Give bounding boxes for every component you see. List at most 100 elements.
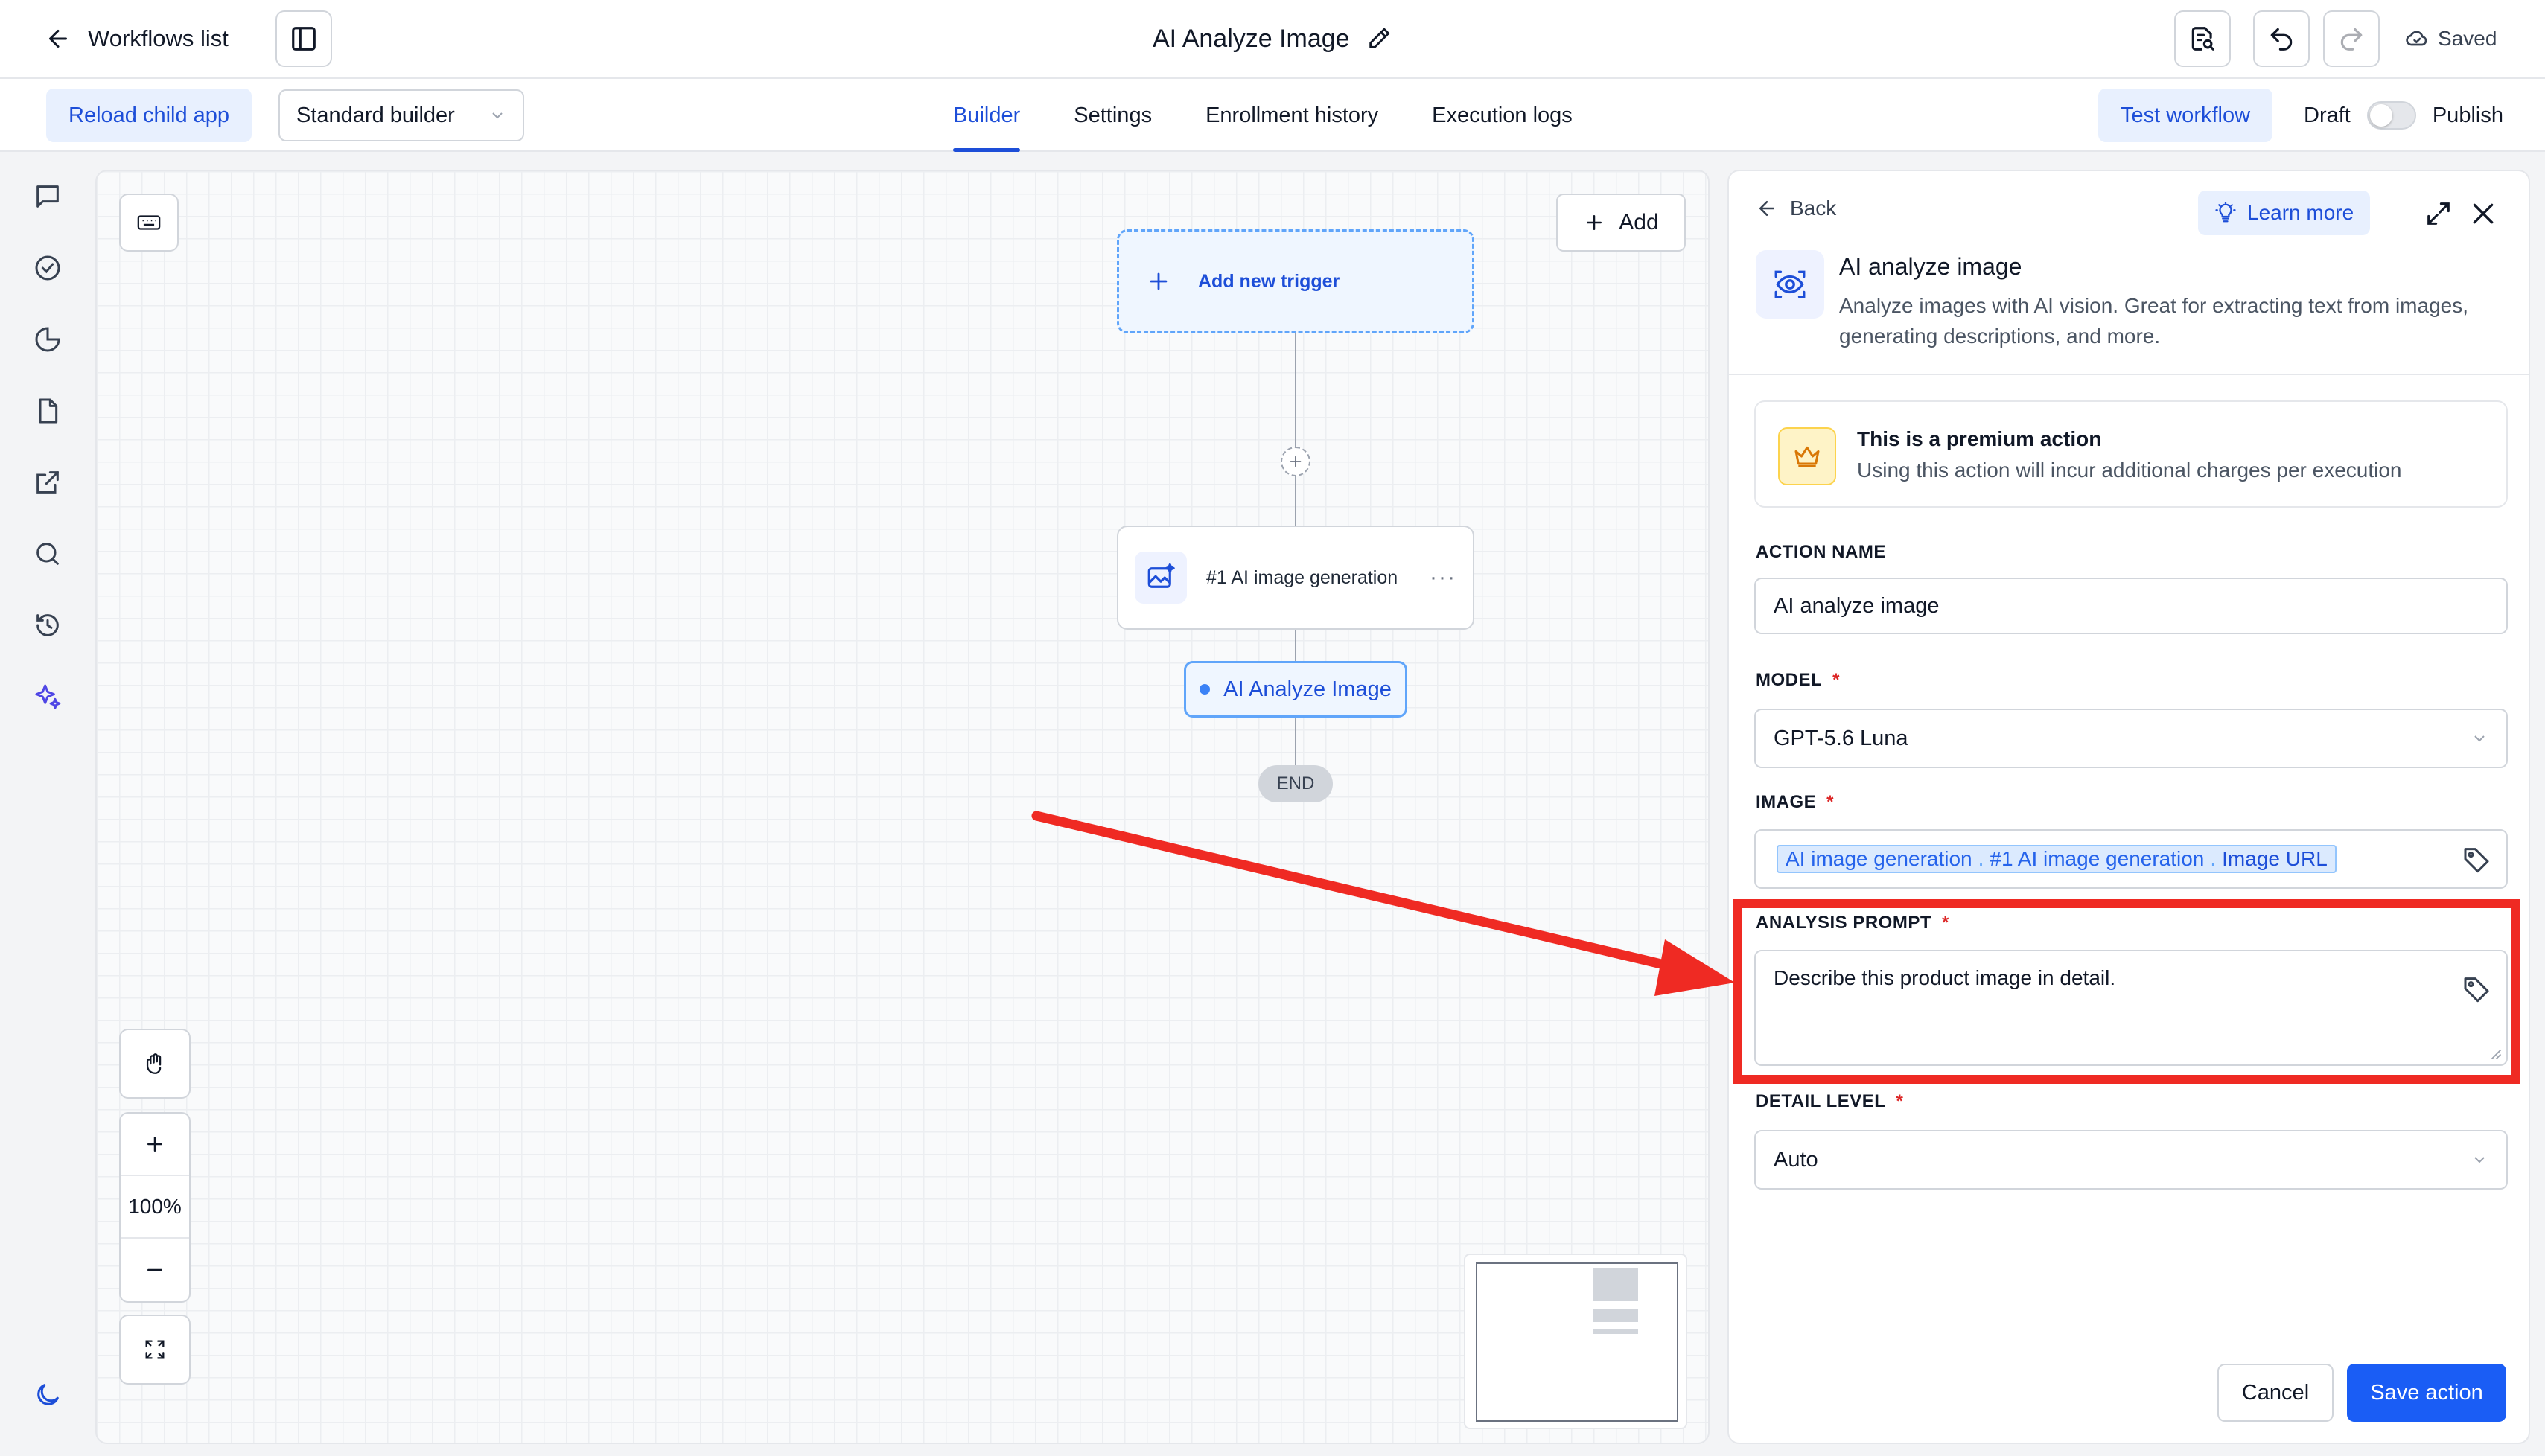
pie-chart-icon: [35, 327, 60, 352]
save-action-button[interactable]: Save action: [2347, 1364, 2506, 1422]
action-config-panel: Back Learn more AI analyze image Analyze…: [1727, 170, 2530, 1444]
publish-label: Publish: [2432, 103, 2503, 127]
plus-icon: [1290, 456, 1302, 467]
rail-tasks[interactable]: [25, 246, 70, 290]
action-icon-wrapper: [1756, 250, 1824, 319]
reload-child-app-button[interactable]: Reload child app: [46, 89, 252, 142]
model-select[interactable]: GPT-5.6 Luna: [1754, 709, 2508, 768]
rail-reports[interactable]: [25, 317, 70, 362]
required-marker: *: [1896, 1091, 1904, 1111]
check-circle-icon: [35, 255, 60, 281]
add-label: Add: [1619, 210, 1659, 234]
selected-action-node[interactable]: AI Analyze Image: [1184, 661, 1407, 718]
plus-icon: [1587, 215, 1602, 230]
image-sparkle-icon: [1147, 563, 1175, 588]
analysis-prompt-textarea[interactable]: Describe this product image in detail.: [1754, 950, 2508, 1066]
cloud-check-icon: [2406, 31, 2427, 46]
canvas-minimap[interactable]: [1464, 1254, 1687, 1429]
minimap-node: [1593, 1329, 1638, 1334]
image-input[interactable]: AI image generation . #1 AI image genera…: [1754, 829, 2508, 889]
tab-enrollment-history[interactable]: Enrollment history: [1205, 79, 1378, 152]
connector-line: [1295, 476, 1296, 526]
notes-button[interactable]: [2174, 10, 2231, 67]
tab-builder[interactable]: Builder: [953, 79, 1021, 152]
zoom-out-button[interactable]: [121, 1239, 189, 1301]
pan-mode-button[interactable]: [119, 1029, 191, 1099]
add-step-button[interactable]: Add: [1556, 194, 1686, 252]
publish-toggle[interactable]: [2366, 101, 2416, 130]
chevron-down-icon: [492, 112, 503, 119]
fullscreen-icon: [145, 1340, 165, 1359]
redo-button[interactable]: [2323, 10, 2380, 67]
add-trigger-card[interactable]: Add new trigger: [1117, 229, 1474, 333]
rail-ai[interactable]: [25, 674, 70, 719]
rail-external[interactable]: [25, 460, 70, 505]
minimap-node: [1593, 1268, 1638, 1301]
model-value: GPT-5.6 Luna: [1774, 726, 1908, 750]
analysis-prompt-label-text: ANALYSIS PROMPT: [1756, 913, 1931, 933]
tag-icon[interactable]: [2462, 844, 2491, 874]
workflows-list-back-link[interactable]: Workflows list: [45, 21, 229, 57]
keyboard-icon: [137, 215, 161, 230]
saved-status: Saved: [2405, 22, 2497, 55]
rail-chat[interactable]: [25, 174, 70, 219]
arrow-left-icon: [49, 30, 67, 48]
end-node: END: [1258, 765, 1333, 802]
workflow-title[interactable]: AI Analyze Image: [1153, 21, 1392, 57]
close-panel-button[interactable]: [2465, 195, 2502, 232]
publish-toggle-group: Draft Publish: [2304, 97, 2503, 134]
step-icon-wrapper: [1135, 552, 1187, 604]
chevron-down-icon: [2474, 1157, 2485, 1163]
tab-settings[interactable]: Settings: [1074, 79, 1152, 152]
tag-separator: .: [2210, 847, 2217, 870]
zoom-in-button[interactable]: [121, 1114, 189, 1176]
expand-panel-button[interactable]: [2420, 195, 2457, 232]
crown-icon-wrapper: [1778, 427, 1836, 485]
learn-more-button[interactable]: Learn more: [2198, 191, 2371, 235]
detail-level-select[interactable]: Auto: [1754, 1130, 2508, 1190]
builder-toolbar: Reload child app Standard builder Builde…: [0, 79, 2545, 152]
search-icon: [36, 543, 59, 565]
insert-step-node[interactable]: [1281, 447, 1310, 476]
crown-icon: [1794, 446, 1820, 467]
image-label-text: IMAGE: [1756, 792, 1817, 812]
builder-mode-select[interactable]: Standard builder: [278, 89, 524, 141]
model-label-text: MODEL: [1756, 670, 1823, 690]
sidebar-panel-icon: [292, 27, 316, 51]
plus-icon: [1150, 272, 1168, 290]
panel-back-button[interactable]: Back: [1756, 197, 1836, 220]
action-name-label-text: ACTION NAME: [1756, 542, 1886, 562]
analysis-prompt-label: ANALYSIS PROMPT *: [1756, 913, 1949, 933]
zoom-level: 100%: [121, 1176, 189, 1239]
required-marker: *: [1832, 670, 1841, 690]
image-variable-tag[interactable]: AI image generation . #1 AI image genera…: [1777, 845, 2337, 873]
tag-icon[interactable]: [2462, 974, 2491, 1003]
rail-dark-mode[interactable]: [25, 1373, 70, 1417]
toggle-sidebar-button[interactable]: [275, 10, 332, 67]
rail-search[interactable]: [25, 531, 70, 576]
action-name-input[interactable]: AI analyze image: [1754, 578, 2508, 634]
lightbulb-icon: [2215, 202, 2236, 223]
selected-node-label: AI Analyze Image: [1223, 677, 1392, 701]
undo-button[interactable]: [2253, 10, 2310, 67]
external-link-icon: [36, 471, 59, 494]
rail-documents[interactable]: [25, 389, 70, 433]
expand-icon: [2427, 202, 2450, 225]
pencil-edit-icon[interactable]: [1366, 26, 1392, 51]
tab-execution-logs[interactable]: Execution logs: [1432, 79, 1573, 152]
workflow-canvas[interactable]: Add Add new trigger #1 AI image generati…: [95, 170, 1710, 1444]
model-label: MODEL *: [1756, 670, 1840, 691]
rail-history[interactable]: [25, 603, 70, 648]
test-workflow-button[interactable]: Test workflow: [2098, 89, 2273, 142]
file-icon: [39, 398, 58, 424]
fit-view-button[interactable]: [119, 1315, 191, 1385]
keyboard-shortcuts-button[interactable]: [119, 194, 179, 252]
required-marker: *: [1826, 792, 1835, 812]
more-options-icon[interactable]: ···: [1430, 565, 1456, 590]
cancel-button[interactable]: Cancel: [2217, 1364, 2334, 1422]
minimap-node: [1593, 1309, 1638, 1322]
chat-icon: [36, 185, 59, 208]
saved-label: Saved: [2438, 27, 2497, 50]
step-card-image-generation[interactable]: #1 AI image generation ···: [1117, 526, 1474, 630]
resize-handle-icon[interactable]: [2488, 1047, 2502, 1060]
